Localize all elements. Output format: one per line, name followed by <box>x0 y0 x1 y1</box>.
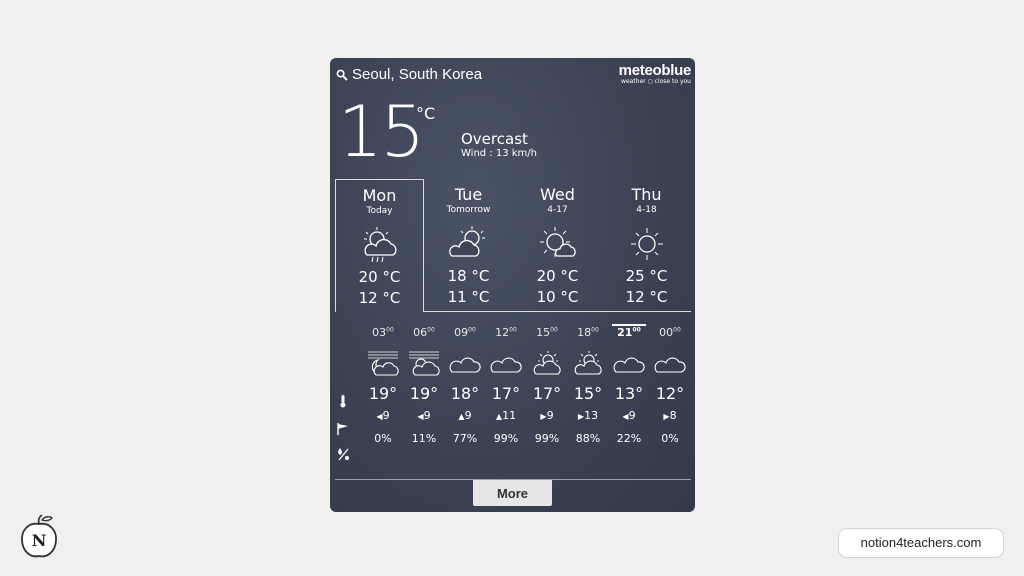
day-high: 25 °C <box>625 267 668 285</box>
hour-column: 1200 17° ▲11 99% <box>486 326 526 445</box>
day-tab-wed[interactable]: Wed 4-17 20 °C 10 °C <box>513 179 602 312</box>
hour-temperature: 17° <box>532 384 562 403</box>
daily-forecast: Mon Today 20 °C 12 °C Tue Tomorrow 18 °C… <box>335 179 691 312</box>
hour-precipitation: 77% <box>452 432 478 445</box>
cloud-icon <box>613 357 645 373</box>
day-name: Tue <box>454 185 483 204</box>
hour-precipitation: 88% <box>575 432 601 445</box>
day-date: 4-17 <box>547 205 568 215</box>
sun-icon <box>630 228 663 260</box>
hour-precipitation: 99% <box>534 432 560 445</box>
hour-column: 0000 12° ▶8 0% <box>650 326 690 445</box>
hour-precipitation: 0% <box>661 432 679 445</box>
hour-wind: ◀9 <box>376 409 390 422</box>
day-low: 10 °C <box>536 288 579 306</box>
current-temperature: 15 <box>338 91 425 173</box>
day-tab-mon[interactable]: Mon Today 20 °C 12 °C <box>335 179 424 312</box>
hour-label: 0600 <box>413 326 435 339</box>
brand-tagline: weather ○ close to you <box>621 78 691 85</box>
hour-wind: ◀9 <box>622 409 636 422</box>
hour-label: 0300 <box>372 326 394 339</box>
hour-label: 2100 <box>617 326 641 339</box>
current-condition: Overcast <box>461 130 528 148</box>
hour-precipitation: 99% <box>493 432 519 445</box>
location-search[interactable]: Seoul, South Korea <box>336 66 482 83</box>
hour-label: 1200 <box>495 326 517 339</box>
temperature-unit: °C <box>416 104 436 123</box>
hour-temperature: 19° <box>409 384 439 403</box>
hour-wind: ▶9 <box>540 409 554 422</box>
night-cloud-rain-icon <box>368 351 399 376</box>
hour-temperature: 17° <box>491 384 521 403</box>
day-low: 11 °C <box>447 288 490 306</box>
hour-column: 1500 17° ▶9 99% <box>527 326 567 445</box>
day-high: 20 °C <box>358 268 401 286</box>
day-date: Tomorrow <box>446 205 491 215</box>
hour-label: 0900 <box>454 326 476 339</box>
hour-label: 1800 <box>577 326 599 339</box>
sun-cloud-icon <box>533 351 561 375</box>
cloud-icon <box>654 357 686 373</box>
thermometer-icon <box>340 395 346 408</box>
search-icon[interactable] <box>336 69 348 81</box>
brand-logo[interactable]: meteoblue weather ○ close to you <box>618 62 692 85</box>
hour-wind: ◀9 <box>417 409 431 422</box>
hour-column: 0600 19° ◀9 11% <box>404 326 444 445</box>
hour-precipitation: 11% <box>411 432 437 445</box>
day-low: 12 °C <box>625 288 668 306</box>
day-tab-thu[interactable]: Thu 4-18 25 °C 12 °C <box>602 179 691 312</box>
day-date: Today <box>366 206 393 216</box>
notion4teachers-logo[interactable]: N <box>19 514 59 560</box>
sun-small-cloud-icon <box>539 227 576 257</box>
day-low: 12 °C <box>358 289 401 307</box>
hour-column: 0900 18° ▲9 77% <box>445 326 485 445</box>
cloud-icon <box>449 357 481 373</box>
hour-column: 2100 13° ◀9 22% <box>609 326 649 445</box>
hour-label: 0000 <box>659 326 681 339</box>
hour-precipitation: 22% <box>616 432 642 445</box>
site-link[interactable]: notion4teachers.com <box>838 528 1004 558</box>
day-name: Thu <box>631 185 662 204</box>
precipitation-icon <box>338 448 349 461</box>
hour-temperature: 12° <box>655 384 685 403</box>
hour-wind: ▲9 <box>458 409 472 422</box>
cloud-icon <box>490 357 522 373</box>
day-name: Wed <box>540 185 575 204</box>
hour-column: 1800 15° ▶13 88% <box>568 326 608 445</box>
sun-cloud-rain-icon <box>409 351 440 376</box>
day-name: Mon <box>362 186 397 205</box>
day-high: 18 °C <box>447 267 490 285</box>
day-date: 4-18 <box>636 205 657 215</box>
more-button[interactable]: More <box>473 480 552 506</box>
hour-column: 0300 19° ◀9 0% <box>363 326 403 445</box>
day-high: 20 °C <box>536 267 579 285</box>
day-tabs-divider <box>423 311 691 312</box>
weather-widget: Seoul, South Korea meteoblue weather ○ c… <box>330 58 695 512</box>
hour-temperature: 15° <box>573 384 603 403</box>
hour-label: 1500 <box>536 326 558 339</box>
sun-cloud-rain-icon <box>363 227 396 263</box>
sun-cloud-icon <box>448 226 485 257</box>
hour-wind: ▲11 <box>495 409 517 422</box>
hour-precipitation: 0% <box>374 432 392 445</box>
current-wind: Wind : 13 km/h <box>461 148 538 159</box>
hour-wind: ▶8 <box>663 409 677 422</box>
hour-temperature: 13° <box>614 384 644 403</box>
hour-wind: ▶13 <box>577 409 599 422</box>
wind-flag-icon <box>337 423 348 435</box>
day-tab-tue[interactable]: Tue Tomorrow 18 °C 11 °C <box>424 179 513 312</box>
brand-name: meteoblue <box>618 62 692 79</box>
logo-letter: N <box>32 531 47 550</box>
sun-cloud-icon <box>574 351 602 375</box>
hour-temperature: 18° <box>450 384 480 403</box>
hour-temperature: 19° <box>368 384 398 403</box>
location-name[interactable]: Seoul, South Korea <box>352 66 482 83</box>
